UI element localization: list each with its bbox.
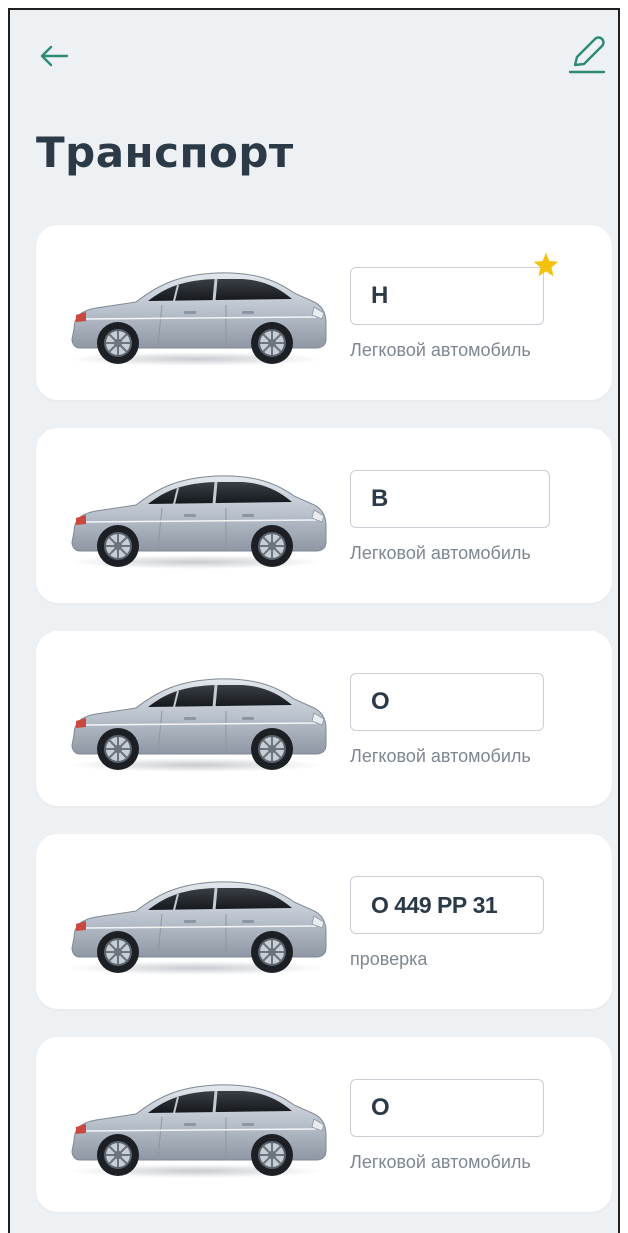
- vehicle-card[interactable]: Н Легковой автомобиль: [36, 225, 612, 400]
- edit-button[interactable]: [564, 32, 608, 76]
- car-sedan-icon: [66, 880, 328, 976]
- vehicle-type-label: Легковой автомобиль: [350, 746, 531, 766]
- car-sedan-icon: [66, 677, 328, 773]
- car-sedan-icon: [66, 271, 328, 367]
- license-plate: О: [350, 673, 544, 731]
- screen: Транспорт Н Легковой автомобиль В Легков…: [8, 8, 620, 1233]
- license-plate: О 449 РР 31: [350, 876, 544, 934]
- vehicle-type-label: Легковой автомобиль: [350, 1152, 531, 1172]
- license-plate: В: [350, 470, 550, 528]
- vehicle-type-label: Легковой автомобиль: [350, 543, 531, 563]
- vehicle-type-label: Легковой автомобиль: [350, 340, 531, 360]
- car-sedan-icon: [66, 474, 328, 570]
- page-title: Транспорт: [36, 128, 294, 177]
- vehicle-card[interactable]: О 449 РР 31 проверка: [36, 834, 612, 1009]
- car-sedan-icon: [66, 1083, 328, 1179]
- vehicle-card[interactable]: В Легковой автомобиль: [36, 428, 612, 603]
- license-plate: О: [350, 1079, 544, 1137]
- vehicle-list: Н Легковой автомобиль В Легковой автомоб…: [36, 225, 612, 1233]
- vehicle-card[interactable]: О Легковой автомобиль: [36, 1037, 612, 1212]
- arrow-left-icon: [40, 45, 69, 67]
- vehicle-card[interactable]: О Легковой автомобиль: [36, 631, 612, 806]
- star-icon: [533, 252, 559, 277]
- vehicle-type-label: проверка: [350, 949, 428, 969]
- back-button[interactable]: [34, 36, 74, 76]
- header: Транспорт: [10, 10, 618, 225]
- pencil-icon: [568, 36, 606, 74]
- license-plate: Н: [350, 267, 544, 325]
